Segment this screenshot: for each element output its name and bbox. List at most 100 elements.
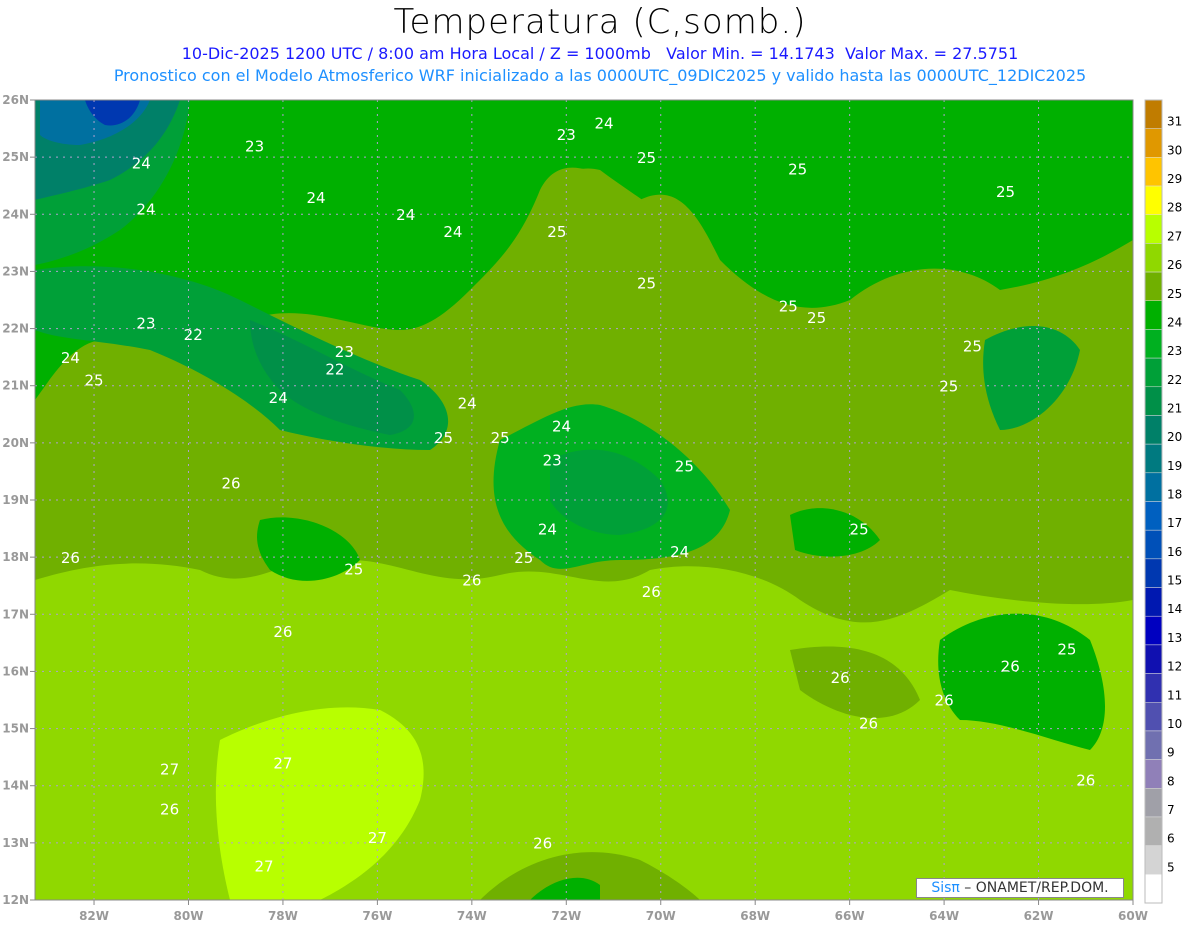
y-tick-label: 24N [2, 207, 29, 221]
x-tick-label: 74W [457, 909, 487, 923]
contour-label: 25 [996, 183, 1015, 201]
y-tick-label: 26N [2, 93, 29, 107]
colorbar-label: 13 [1167, 631, 1182, 645]
colorbar-label: 16 [1167, 545, 1182, 559]
x-tick-label: 60W [1118, 909, 1148, 923]
logo: Sisπ – ONAMET/REP.DOM. [916, 878, 1124, 898]
y-tick-label: 12N [2, 893, 29, 907]
colorbar-swatch [1144, 357, 1163, 388]
contour-label: 25 [675, 457, 694, 475]
contour-label: 24 [396, 206, 415, 224]
contour-label: 26 [642, 583, 661, 601]
contour-label: 25 [491, 429, 510, 447]
colorbar-label: 18 [1167, 488, 1182, 502]
contour-label: 25 [637, 275, 656, 293]
contour-label: 27 [254, 857, 273, 875]
y-tick-label: 19N [2, 493, 29, 507]
logo-brand: Sisπ [931, 880, 960, 896]
contour-label: 24 [670, 543, 689, 561]
contour-label: 26 [1076, 772, 1095, 790]
contour-label: 24 [552, 417, 571, 435]
contour-label: 24 [61, 349, 80, 367]
contour-label: 27 [273, 755, 292, 773]
contour-label: 26 [61, 549, 80, 567]
x-tick-label: 68W [740, 909, 770, 923]
colorbar-label: 20 [1167, 430, 1182, 444]
y-tick-label: 21N [2, 379, 29, 393]
y-tick-label: 16N [2, 664, 29, 678]
contour-label: 24 [132, 155, 151, 173]
colorbar-swatch [1144, 185, 1163, 215]
colorbar-label: 8 [1167, 774, 1175, 788]
contour-label: 24 [458, 395, 477, 413]
contour-label: 25 [637, 149, 656, 167]
colorbar-swatch [1144, 443, 1163, 474]
colorbar-swatch [1144, 128, 1163, 158]
temperature-field [35, 100, 1133, 900]
contour-label: 24 [306, 189, 325, 207]
colorbar-swatch [1144, 99, 1163, 129]
contour-label: 25 [434, 429, 453, 447]
colorbar-swatch [1144, 644, 1163, 674]
y-tick-label: 22N [2, 322, 29, 336]
contour-label: 26 [533, 835, 552, 853]
colorbar-label: 19 [1167, 459, 1182, 473]
x-tick-label: 72W [551, 909, 581, 923]
contour-label: 25 [788, 160, 807, 178]
contour-label: 26 [935, 692, 954, 710]
y-tick-label: 17N [2, 607, 29, 621]
colorbar-label: 14 [1167, 602, 1182, 616]
colorbar-swatch [1144, 529, 1163, 560]
colorbar-swatch [1144, 587, 1163, 617]
colorbar-label: 21 [1167, 401, 1182, 415]
colorbar-label: 7 [1167, 803, 1175, 817]
contour-label: 24 [269, 389, 288, 407]
x-tick-label: 66W [835, 909, 865, 923]
colorbar-swatch [1144, 214, 1163, 244]
y-tick-label: 18N [2, 550, 29, 564]
contour-label: 26 [221, 475, 240, 493]
contour-label: 24 [538, 520, 557, 538]
colorbar-swatch [1144, 300, 1163, 330]
x-tick-label: 78W [268, 909, 298, 923]
colorbar-label: 17 [1167, 516, 1182, 530]
contour-label: 23 [557, 126, 576, 144]
y-tick-label: 13N [2, 836, 29, 850]
contour-label: 25 [1057, 640, 1076, 658]
colorbar-swatch [1144, 702, 1163, 732]
colorbar-label: 12 [1167, 660, 1182, 674]
contour-label: 26 [831, 669, 850, 687]
contour-label: 24 [595, 115, 614, 133]
contour-label: 26 [160, 800, 179, 818]
colorbar-swatch [1144, 386, 1163, 416]
logo-text: – ONAMET/REP.DOM. [959, 880, 1109, 896]
colorbar-swatch [1144, 788, 1163, 818]
colorbar-label: 5 [1167, 860, 1175, 874]
contour-label: 22 [184, 326, 203, 344]
contour-label: 23 [136, 315, 155, 333]
y-tick-label: 14N [2, 779, 29, 793]
colorbar-swatch [1144, 501, 1163, 531]
y-tick-label: 20N [2, 436, 29, 450]
y-tick-label: 25N [2, 150, 29, 164]
contour-label: 25 [939, 377, 958, 395]
colorbar-label: 9 [1167, 746, 1175, 760]
colorbar-swatch [1144, 816, 1163, 846]
colorbar-label: 10 [1167, 717, 1182, 731]
contour-label: 24 [443, 223, 462, 241]
colorbar-swatch [1144, 243, 1163, 273]
contour-label: 22 [325, 360, 344, 378]
colorbar-label: 24 [1167, 315, 1182, 329]
contour-label: 27 [368, 829, 387, 847]
contour-label: 26 [273, 623, 292, 641]
temperature-map: 24 23 24 24 24 24 23 24 25 25 25 25 25 25 25 25 25 24 25 23… [2, 93, 1182, 923]
colorbar-label: 23 [1167, 344, 1182, 358]
colorbar-label: 31 [1167, 115, 1182, 129]
colorbar-swatch [1144, 472, 1163, 502]
contour-label: 25 [547, 223, 566, 241]
colorbar-swatch [1144, 558, 1163, 588]
colorbar-swatch [1144, 329, 1163, 359]
colorbar-swatch [1144, 759, 1163, 789]
colorbar-label: 26 [1167, 258, 1182, 272]
x-axis: 82W 80W 78W 76W 74W 72W 70W 68W 66W 64W 62W 60W [79, 900, 1148, 923]
